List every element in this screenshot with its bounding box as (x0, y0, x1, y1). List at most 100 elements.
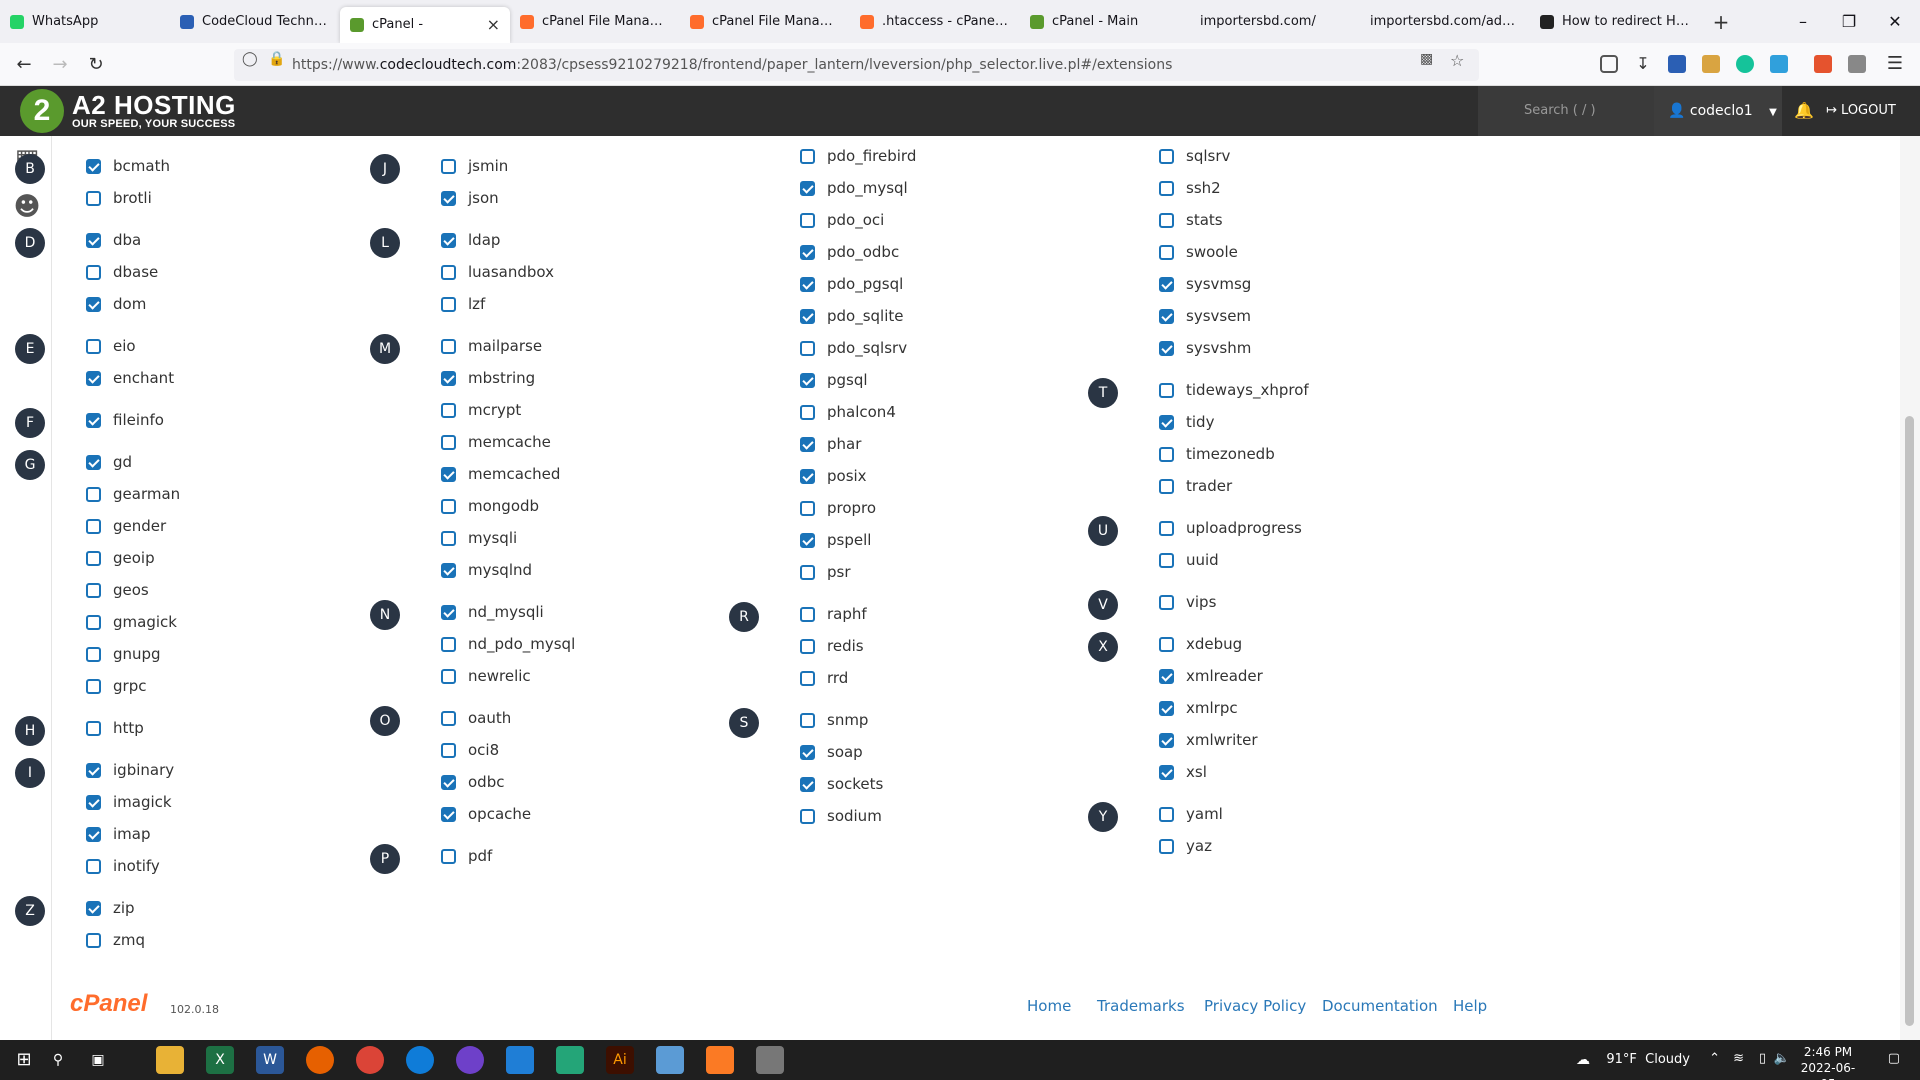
extension-checkbox[interactable] (1159, 552, 1174, 568)
extension-checkbox[interactable] (86, 794, 101, 810)
extension-option[interactable]: sysvsem (1159, 305, 1251, 327)
extension-checkbox[interactable] (86, 338, 101, 354)
extension-puzzle-icon[interactable] (1702, 55, 1720, 73)
clock[interactable]: 2:46 PM 2022-06-05 (1794, 1044, 1862, 1080)
illustrator-icon[interactable]: Ai (606, 1046, 634, 1074)
network-icon[interactable]: ≋ (1733, 1051, 1744, 1066)
browser-tab[interactable]: importersbd.com/admin/w (1360, 0, 1530, 43)
browser-tab[interactable]: cPanel - × (340, 6, 510, 43)
extension-checkbox[interactable] (800, 532, 815, 548)
extension-checkbox[interactable] (800, 776, 815, 792)
users-icon[interactable]: ☻ (10, 192, 44, 222)
extension-checkbox[interactable] (441, 190, 456, 206)
extension-option[interactable]: pgsql (800, 369, 868, 391)
extension-checkbox[interactable] (1159, 520, 1174, 536)
extension-checkbox[interactable] (441, 158, 456, 174)
footer-link[interactable]: Trademarks (1097, 997, 1185, 1015)
extension-option[interactable]: sodium (800, 805, 882, 827)
extension-checkbox[interactable] (86, 762, 101, 778)
extension-option[interactable]: soap (800, 741, 863, 763)
download-icon[interactable]: ↧ (1634, 55, 1652, 73)
extension-option[interactable]: tidy (1159, 411, 1214, 433)
extension-option[interactable]: redis (800, 635, 864, 657)
extension-option[interactable]: xmlreader (1159, 665, 1263, 687)
extension-option[interactable]: uploadprogress (1159, 517, 1302, 539)
extension-checkbox[interactable] (800, 808, 815, 824)
extension-option[interactable]: enchant (86, 367, 174, 389)
search-icon[interactable]: ⚲ (44, 1046, 72, 1074)
extension-checkbox[interactable] (441, 562, 456, 578)
word-icon[interactable]: W (256, 1046, 284, 1074)
extension-option[interactable]: mailparse (441, 335, 542, 357)
extension-option[interactable]: oci8 (441, 739, 499, 761)
extension-checkbox[interactable] (441, 264, 456, 280)
translate-icon[interactable]: ▩ (1420, 51, 1433, 67)
extension-checkbox[interactable] (800, 744, 815, 760)
grammarly-icon[interactable] (1736, 55, 1754, 73)
close-tab-icon[interactable]: × (487, 15, 500, 34)
extension-checkbox[interactable] (441, 742, 456, 758)
extension-checkbox[interactable] (86, 296, 101, 312)
extension-checkbox[interactable] (441, 848, 456, 864)
extension-checkbox[interactable] (86, 158, 101, 174)
extension-checkbox[interactable] (441, 774, 456, 790)
extension-option[interactable]: sockets (800, 773, 883, 795)
extension-option[interactable]: xsl (1159, 761, 1207, 783)
extension-option[interactable]: geos (86, 579, 149, 601)
browser-tab[interactable]: WhatsApp (0, 0, 170, 43)
brand-logo[interactable]: 2 A2 HOSTING OUR SPEED, YOUR SUCCESS (20, 88, 236, 134)
extension-checkbox[interactable] (441, 402, 456, 418)
extension-option[interactable]: odbc (441, 771, 504, 793)
extension-checkbox[interactable] (800, 372, 815, 388)
extension-checkbox[interactable] (800, 500, 815, 516)
extension-checkbox[interactable] (86, 932, 101, 948)
extension-checkbox[interactable] (800, 670, 815, 686)
extension-checkbox[interactable] (1159, 478, 1174, 494)
browser-tab[interactable]: cPanel File Manager v3 (510, 0, 680, 43)
footer-link[interactable]: Home (1027, 997, 1071, 1015)
extension-option[interactable]: trader (1159, 475, 1232, 497)
extension-checkbox[interactable] (441, 604, 456, 620)
extension-checkbox[interactable] (86, 720, 101, 736)
extension-checkbox[interactable] (800, 436, 815, 452)
lock-icon[interactable]: 🔒 (268, 51, 285, 67)
extension-checkbox[interactable] (1159, 764, 1174, 780)
extension-checkbox[interactable] (86, 858, 101, 874)
extension-checkbox[interactable] (86, 678, 101, 694)
extension-checkbox[interactable] (1159, 446, 1174, 462)
scrollbar[interactable] (1900, 136, 1920, 1040)
new-tab-button[interactable]: + (1706, 10, 1736, 34)
extension-checkbox[interactable] (800, 340, 815, 356)
extension-checkbox[interactable] (441, 466, 456, 482)
close-window-icon[interactable]: ✕ (1872, 0, 1918, 43)
extension-checkbox[interactable] (441, 498, 456, 514)
bell-icon[interactable]: 🔔 (1782, 86, 1826, 136)
excel-icon[interactable]: X (206, 1046, 234, 1074)
extension-checkbox[interactable] (86, 582, 101, 598)
extension-checkbox[interactable] (86, 646, 101, 662)
extension-checkbox[interactable] (441, 530, 456, 546)
extension-option[interactable]: nd_pdo_mysql (441, 633, 575, 655)
extension-option[interactable]: geoip (86, 547, 155, 569)
extension-option[interactable]: inotify (86, 855, 160, 877)
forward-icon[interactable]: → (46, 51, 74, 79)
extension-checkbox[interactable] (1159, 308, 1174, 324)
extension-option[interactable]: pdf (441, 845, 492, 867)
extension-checkbox[interactable] (1159, 180, 1174, 196)
extension-checkbox[interactable] (441, 710, 456, 726)
reload-icon[interactable]: ↻ (82, 51, 110, 79)
extension-checkbox[interactable] (86, 370, 101, 386)
extension-option[interactable]: newrelic (441, 665, 531, 687)
extension-option[interactable]: raphf (800, 603, 867, 625)
extension-checkbox[interactable] (1159, 340, 1174, 356)
extension-checkbox[interactable] (1159, 838, 1174, 854)
firefox-icon[interactable] (306, 1046, 334, 1074)
extension-option[interactable]: sqlsrv (1159, 145, 1230, 167)
extension-option[interactable]: swoole (1159, 241, 1238, 263)
browser-tab[interactable]: CodeCloud Technology (170, 0, 340, 43)
extension-option[interactable]: gender (86, 515, 166, 537)
extension-option[interactable]: gd (86, 451, 132, 473)
address-bar[interactable]: https://www.codecloudtech.com:2083/cpses… (234, 49, 1479, 81)
extension-checkbox[interactable] (1159, 594, 1174, 610)
notification-icon[interactable]: ▢ (1888, 1051, 1900, 1066)
